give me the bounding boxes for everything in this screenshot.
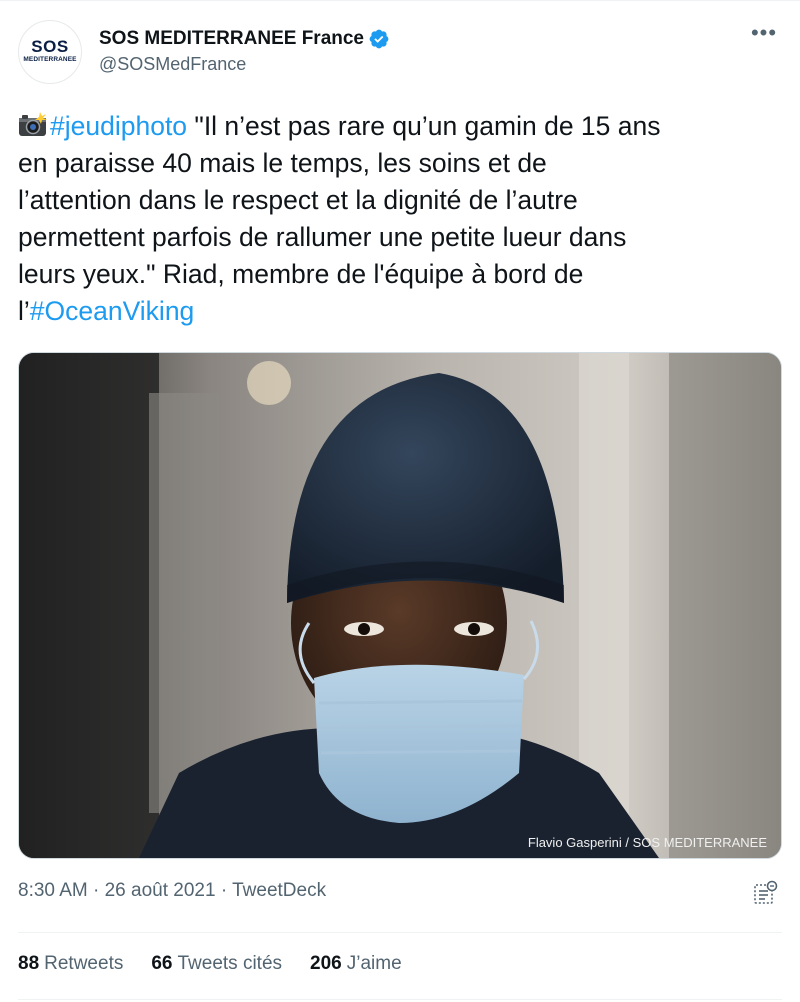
likes-count: 206 xyxy=(310,953,342,974)
tweet-photo[interactable]: Flavio Gasperini / SOS MEDITERRANEE xyxy=(18,352,782,859)
quotes-count: 66 xyxy=(151,953,173,974)
meta-separator: · xyxy=(87,880,105,901)
avatar[interactable]: SOS MEDITERRANEE xyxy=(18,20,82,84)
avatar-logo-sub: MEDITERRANEE xyxy=(23,56,77,63)
hashtag-jeudiphoto[interactable]: #jeudiphoto xyxy=(50,111,187,141)
stats-divider-top xyxy=(18,932,782,933)
tweet-text: #jeudiphoto "Il n’est pas rare qu’un gam… xyxy=(18,108,782,330)
photo-illustration xyxy=(19,353,781,858)
meta-separator: · xyxy=(215,880,233,901)
tweet-date[interactable]: 26 août 2021 xyxy=(105,880,216,901)
likes-stat[interactable]: 206 J’aime xyxy=(310,953,402,975)
tweet-header: SOS MEDITERRANEE SOS MEDITERRANEE France… xyxy=(18,20,782,86)
verified-badge-icon xyxy=(368,28,390,50)
quotes-label: Tweets cités xyxy=(177,953,283,974)
top-divider xyxy=(0,0,800,1)
tweet-stats: 88 Retweets 66 Tweets cités 206 J’aime xyxy=(18,953,430,975)
hashtag-oceanviking[interactable]: #OceanViking xyxy=(30,296,195,326)
tweet-source[interactable]: TweetDeck xyxy=(232,880,326,901)
retweets-label: Retweets xyxy=(44,953,124,974)
likes-label: J’aime xyxy=(346,953,402,974)
avatar-logo: SOS MEDITERRANEE xyxy=(19,38,81,64)
retweets-stat[interactable]: 88 Retweets xyxy=(18,953,123,975)
analytics-icon[interactable] xyxy=(752,880,778,906)
handle[interactable]: @SOSMedFrance xyxy=(99,54,246,75)
retweets-count: 88 xyxy=(18,953,40,974)
more-icon[interactable]: ••• xyxy=(750,22,778,46)
camera-flash-icon xyxy=(18,111,48,137)
quote-tweets-stat[interactable]: 66 Tweets cités xyxy=(151,953,282,975)
avatar-logo-main: SOS xyxy=(31,37,69,56)
tweet-time[interactable]: 8:30 AM xyxy=(18,880,88,901)
tweet-body-text: "Il n’est pas rare qu’un gamin de 15 ans… xyxy=(18,111,661,326)
name-row: SOS MEDITERRANEE France xyxy=(99,26,390,52)
photo-credit: Flavio Gasperini / SOS MEDITERRANEE xyxy=(527,835,767,850)
stats-divider-bottom xyxy=(18,999,782,1000)
tweet-meta: 8:30 AM · 26 août 2021 · TweetDeck xyxy=(18,880,326,902)
display-name[interactable]: SOS MEDITERRANEE France xyxy=(99,28,364,50)
